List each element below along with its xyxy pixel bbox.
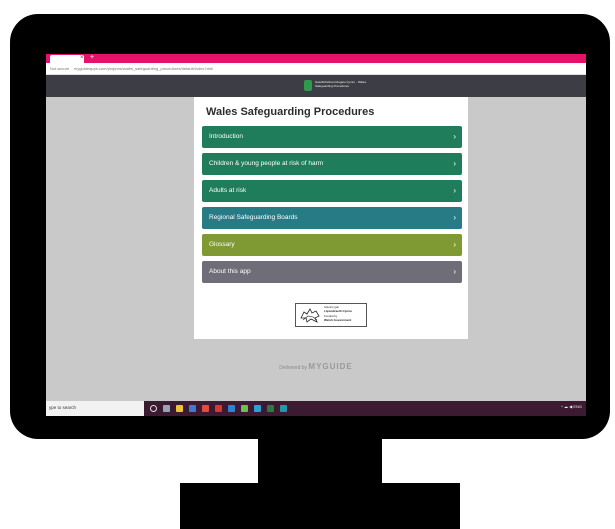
menu-item-about[interactable]: About this app › [202,261,462,283]
menu-item-regional-boards[interactable]: Regional Safeguarding Boards › [202,207,462,229]
monitor-base [180,483,460,529]
chrome-icon[interactable] [202,405,209,412]
app-icon[interactable] [280,405,287,412]
menu-item-label: Introduction [209,133,243,140]
system-tray[interactable]: ^ ☁ ◀ ENG [561,404,582,409]
menu-item-glossary[interactable]: Glossary › [202,234,462,256]
menu-item-introduction[interactable]: Introduction › [202,126,462,148]
browser-tab[interactable]: × [50,55,84,63]
content-card: Wales Safeguarding Procedures Introducti… [194,97,468,339]
chevron-right-icon: › [453,132,456,141]
myguide-brand[interactable]: MYGUIDE [308,362,352,371]
app-icon[interactable] [267,405,274,412]
menu-item-label: Glossary [209,241,235,248]
chevron-right-icon: › [453,267,456,276]
menu-item-label: Children & young people at risk of harm [209,160,324,167]
cortana-icon[interactable] [150,405,157,412]
page-title: Wales Safeguarding Procedures [206,106,375,118]
monitor-screen-frame: × + Not secure myguideapps.com/projects/… [10,14,610,439]
menu-item-children[interactable]: Children & young people at risk of harm … [202,153,462,175]
header-logo-text: Gweithdrefnau Diogelu Cymru · Wales Safe… [315,80,367,88]
chevron-right-icon: › [453,240,456,249]
screen: × + Not secure myguideapps.com/projects/… [46,54,586,416]
task-view-icon[interactable] [163,405,170,412]
dragon-logo-icon [304,80,312,91]
app-icon[interactable] [241,405,248,412]
url-text[interactable]: myguideapps.com/projects/wales_safeguard… [74,65,213,73]
menu-item-label: Regional Safeguarding Boards [209,214,298,221]
browser-tabstrip: × + [46,54,586,63]
chevron-right-icon: › [453,186,456,195]
new-tab-button[interactable]: + [90,54,94,62]
search-placeholder: ype to search [49,405,77,410]
delivered-by-text: Delivered by [279,365,308,371]
funding-line: Welsh Government [324,318,352,322]
edge-icon[interactable] [189,405,196,412]
chevron-right-icon: › [453,159,456,168]
taskbar: ype to search ^ ☁ ◀ ENG [46,401,586,416]
app-icon[interactable] [254,405,261,412]
site-header: Gweithdrefnau Diogelu Cymru · Wales Safe… [46,75,586,97]
delivered-by: Delivered by MYGUIDE [46,362,586,371]
address-bar[interactable]: Not secure myguideapps.com/projects/wale… [46,63,586,75]
tab-close-icon[interactable]: × [80,54,84,62]
file-explorer-icon[interactable] [176,405,183,412]
app-icon[interactable] [228,405,235,412]
chevron-right-icon: › [453,213,456,222]
dragon-crest-icon [300,308,320,323]
taskbar-search[interactable]: ype to search [46,401,144,416]
menu-item-label: Adults at risk [209,187,247,194]
app-icon[interactable] [215,405,222,412]
security-indicator[interactable]: Not secure [50,65,69,73]
funding-line: Llywodraeth Cymru [324,309,353,313]
welsh-government-logo: Ariennir gan Llywodraeth Cymru Funded by… [295,303,367,327]
menu-item-adults[interactable]: Adults at risk › [202,180,462,202]
menu-item-label: About this app [209,268,251,275]
